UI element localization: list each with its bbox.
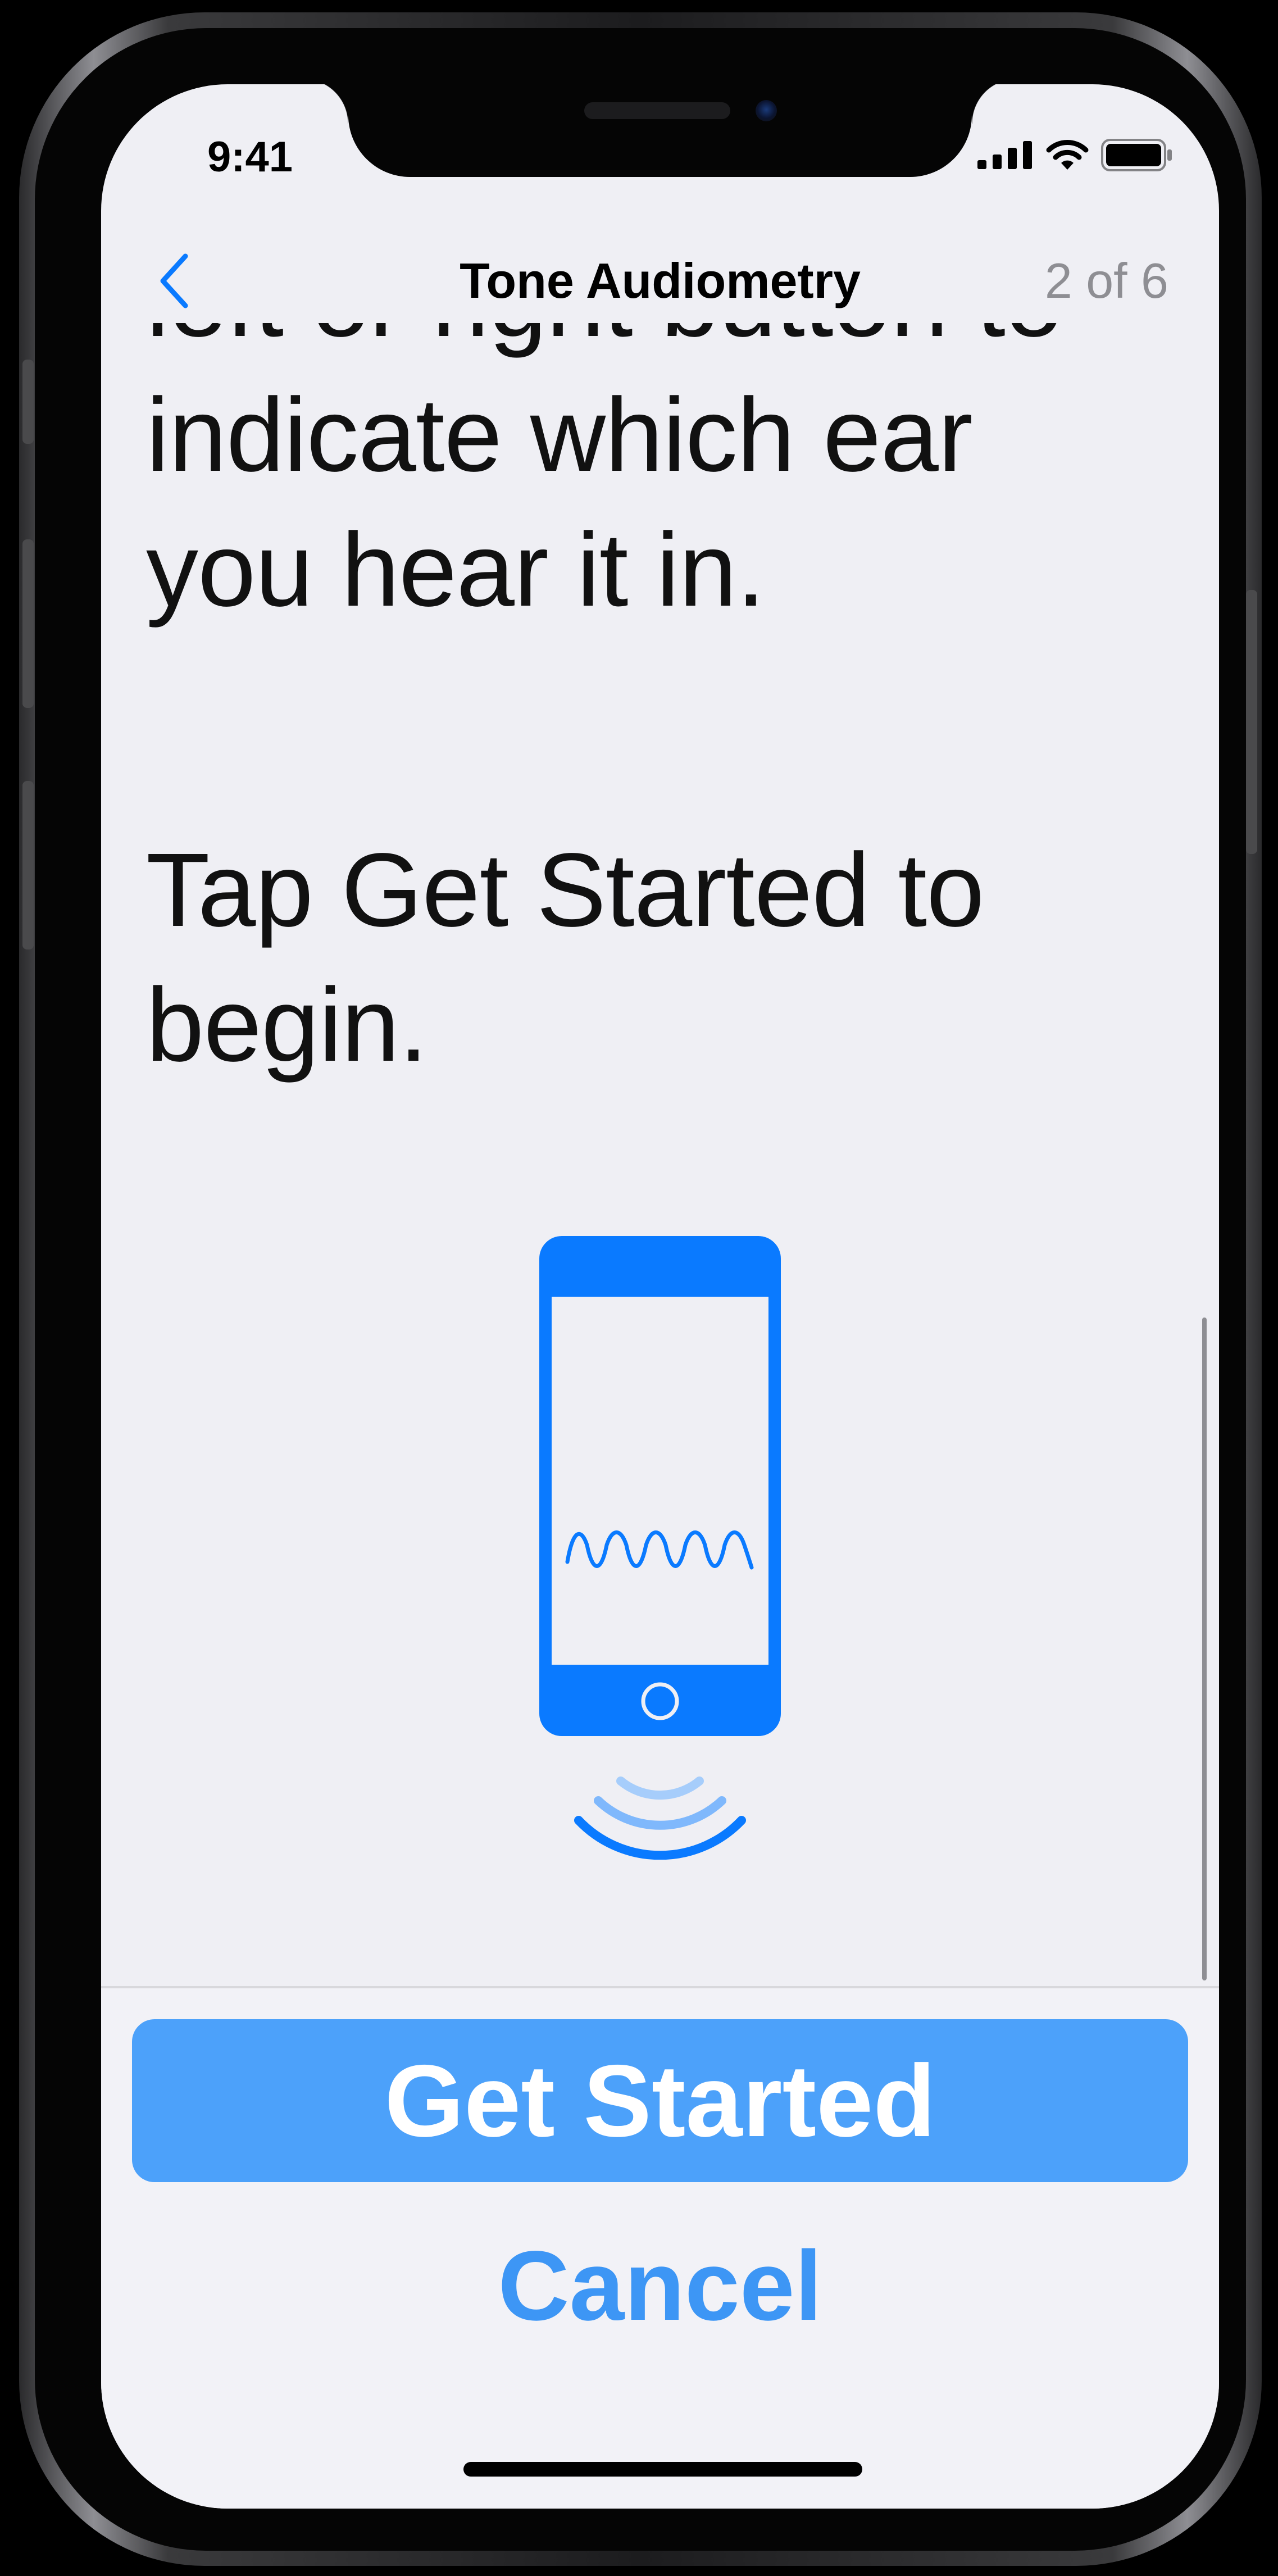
power-button <box>1246 590 1257 854</box>
volume-up-button <box>22 539 34 708</box>
back-button[interactable] <box>146 247 202 315</box>
battery-icon <box>1101 139 1172 171</box>
cellular-signal-icon <box>977 141 1032 169</box>
chevron-left-icon <box>160 253 188 308</box>
phone-sound-wave-icon <box>539 1236 781 1860</box>
front-camera <box>756 100 777 121</box>
status-icons <box>977 138 1174 172</box>
silent-switch <box>22 360 34 444</box>
footer-actions: Get Started Cancel <box>101 1986 1219 2509</box>
get-started-button[interactable]: Get Started <box>132 2019 1188 2182</box>
status-time: 9:41 <box>207 133 293 181</box>
screen: 9:41 Tone Audiometry 2 of 6 left <box>101 84 1219 2509</box>
volume-down-button <box>22 781 34 949</box>
notch <box>303 84 1017 177</box>
earpiece-speaker <box>584 102 730 119</box>
wifi-icon <box>1046 140 1089 170</box>
scroll-indicator[interactable] <box>1202 1317 1207 1980</box>
instructions-scroll-area[interactable]: left or right button to indicate which e… <box>101 323 1219 1110</box>
home-indicator[interactable] <box>463 2462 862 2477</box>
instruction-paragraph: left or right button to indicate which e… <box>146 323 1063 628</box>
nav-title: Tone Audiometry <box>460 253 861 308</box>
step-counter: 2 of 6 <box>1044 253 1168 308</box>
instruction-paragraph-begin: Tap Get Started to begin. <box>146 832 985 1083</box>
cancel-button[interactable]: Cancel <box>407 2219 913 2354</box>
